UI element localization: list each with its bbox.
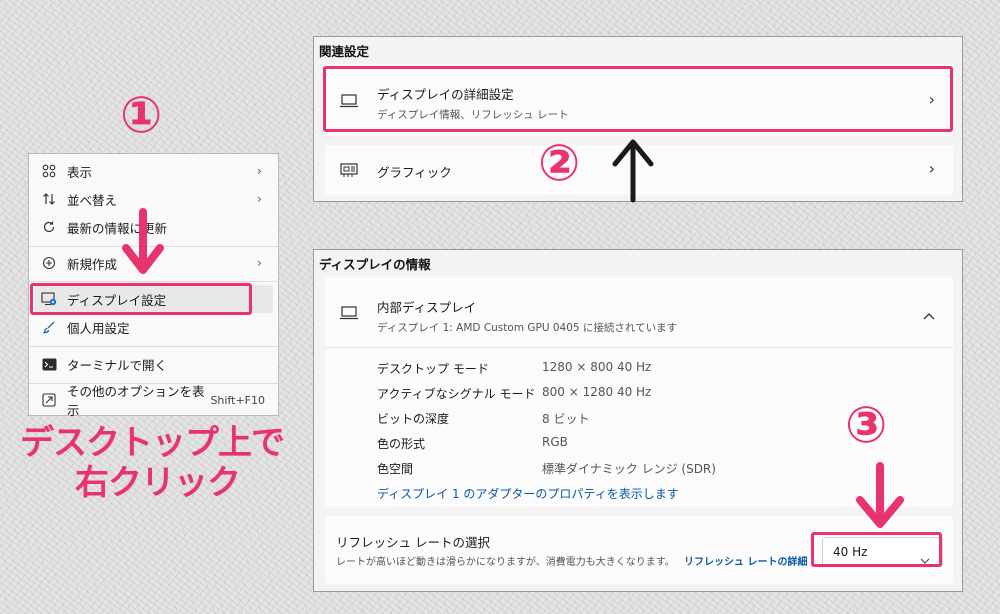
row-subtitle: ディスプレイ 1: AMD Custom GPU 0405 に接続されています <box>377 322 678 334</box>
spec-value: 標準ダイナミック レンジ (SDR) <box>542 462 716 476</box>
divider <box>325 347 953 348</box>
step-2-marker: ② <box>538 134 581 192</box>
menu-item-label: 並べ替え <box>67 192 118 208</box>
spec-value: 8 ビット <box>542 412 590 426</box>
chevron-right-icon: › <box>257 256 262 270</box>
menu-separator <box>29 281 278 282</box>
sort-icon <box>35 192 63 206</box>
graphics-card-icon <box>339 162 359 182</box>
refresh-icon <box>35 220 63 234</box>
highlight-refresh-dropdown <box>811 532 942 567</box>
menu-separator <box>29 346 278 347</box>
chevron-up-icon <box>923 305 935 324</box>
spec-label: ビットの深度 <box>377 412 450 426</box>
adapter-properties-link[interactable]: ディスプレイ 1 のアダプターのプロパティを表示します <box>377 485 679 502</box>
arrow-down-icon <box>856 462 904 528</box>
menu-item-view[interactable]: 表示 › <box>35 157 273 185</box>
spec-label: デスクトップ モード <box>377 362 489 376</box>
arrow-down-icon <box>122 208 164 274</box>
menu-item-personalize[interactable]: 個人用設定 <box>35 313 273 341</box>
brush-icon <box>35 320 63 334</box>
spec-label: 色空間 <box>377 462 414 476</box>
internal-display-header[interactable]: 内部ディスプレイ ディスプレイ 1: AMD Custom GPU 0405 に… <box>325 277 953 347</box>
spec-value: RGB <box>542 435 568 449</box>
chevron-right-icon: › <box>257 192 262 206</box>
note-line-1: デスクトップ上で <box>20 423 285 463</box>
row-title: リフレッシュ レートの選択 <box>336 535 490 550</box>
note-line-2: 右クリック <box>75 463 241 503</box>
menu-item-label: 表示 <box>67 164 93 180</box>
laptop-icon <box>339 305 359 324</box>
menu-item-terminal[interactable]: ターミナルで開く <box>35 350 273 378</box>
menu-item-label: 個人用設定 <box>67 320 130 336</box>
terminal-icon <box>35 358 63 371</box>
grid-icon <box>35 164 63 178</box>
menu-item-label: ターミナルで開く <box>67 357 168 373</box>
menu-item-more-options[interactable]: その他のオプションを表示 Shift+F10 <box>35 384 273 418</box>
step-1-marker: ① <box>120 86 163 144</box>
highlight-advanced-display <box>323 66 953 132</box>
menu-item-shortcut: Shift+F10 <box>210 393 265 407</box>
row-title: 内部ディスプレイ <box>377 300 477 315</box>
step-3-marker: ③ <box>845 396 888 454</box>
spec-value: 1280 × 800 40 Hz <box>542 360 652 374</box>
chevron-right-icon: › <box>928 159 935 178</box>
spec-label: アクティブなシグナル モード <box>377 387 536 401</box>
row-subtitle: レートが高いほど動きは滑らかになりますが、消費電力も大きくなります。 <box>336 557 675 568</box>
arrow-up-icon <box>612 139 654 203</box>
section-header: ディスプレイの情報 <box>319 257 431 272</box>
menu-item-label: その他のオプションを表示 <box>67 384 205 418</box>
menu-item-label: 最新の情報に更新 <box>67 220 168 236</box>
refresh-rate-details-link[interactable]: リフレッシュ レートの詳細 <box>684 557 807 568</box>
more-options-icon <box>35 393 63 407</box>
chevron-right-icon: › <box>257 164 262 178</box>
section-header: 関連設定 <box>319 44 370 59</box>
highlight-display-settings <box>30 283 252 315</box>
spec-label: 色の形式 <box>377 437 426 451</box>
row-title: グラフィック <box>377 165 452 180</box>
plus-circle-icon <box>35 256 63 270</box>
spec-value: 800 × 1280 40 Hz <box>542 385 652 399</box>
